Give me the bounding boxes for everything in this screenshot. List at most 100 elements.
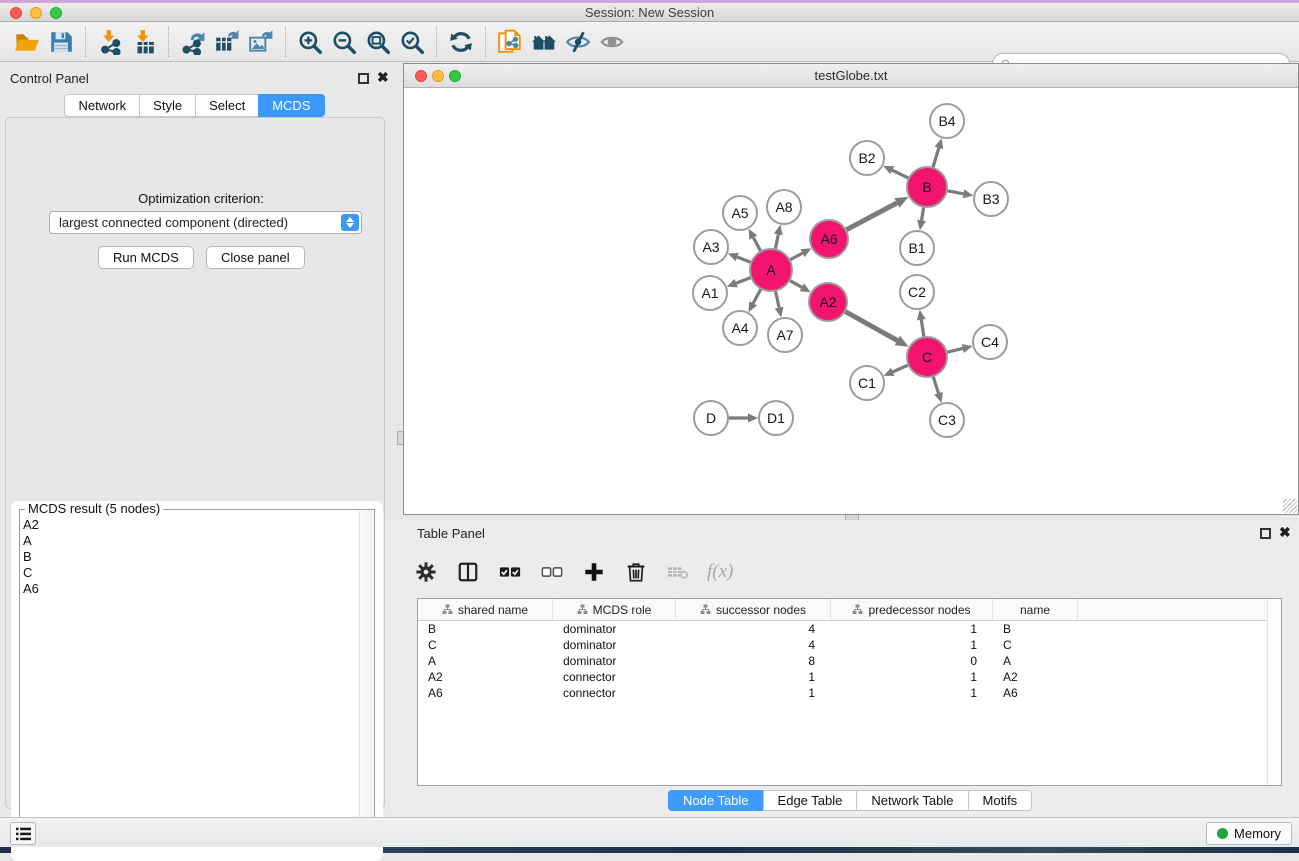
table-cell[interactable]: B xyxy=(993,622,1078,636)
memory-button[interactable]: Memory xyxy=(1206,822,1292,845)
table-row[interactable]: Adominator80A xyxy=(418,653,1281,669)
home-layout-button[interactable] xyxy=(527,26,561,58)
edge-C-C1[interactable] xyxy=(893,365,909,372)
table-cell[interactable]: A2 xyxy=(993,670,1078,684)
table-cell[interactable]: 1 xyxy=(831,638,993,652)
table-cell[interactable]: 1 xyxy=(831,622,993,636)
zoom-selected-button[interactable] xyxy=(395,26,429,58)
column-header-name[interactable]: name xyxy=(993,599,1078,620)
edge-B-B1[interactable] xyxy=(922,207,924,221)
hide-panel-button[interactable] xyxy=(561,26,595,58)
edge-A-A6[interactable] xyxy=(790,253,803,260)
table-cell[interactable]: dominator xyxy=(553,638,676,652)
edge-B-B4[interactable] xyxy=(933,148,939,168)
open-file-button[interactable] xyxy=(10,26,44,58)
table-row[interactable]: Bdominator41B xyxy=(418,621,1281,637)
delete-column-button[interactable] xyxy=(623,559,649,585)
table-cell[interactable]: C xyxy=(418,638,553,652)
table-cell[interactable]: 1 xyxy=(676,670,831,684)
table-scrollbar[interactable] xyxy=(1267,599,1281,785)
table-cell[interactable]: dominator xyxy=(553,622,676,636)
network-window-titlebar[interactable]: testGlobe.txt xyxy=(404,64,1298,88)
table-settings-button[interactable] xyxy=(413,559,439,585)
table-cell[interactable]: 1 xyxy=(831,686,993,700)
table-row[interactable]: A6connector11A6 xyxy=(418,685,1281,701)
table-cell[interactable]: A6 xyxy=(418,686,553,700)
table-cell[interactable]: A xyxy=(418,654,553,668)
float-panel-icon[interactable] xyxy=(358,73,369,84)
close-panel-button[interactable]: Close panel xyxy=(206,246,305,269)
result-item[interactable]: A6 xyxy=(23,581,39,597)
table-cell[interactable]: 0 xyxy=(831,654,993,668)
table-cell[interactable]: 4 xyxy=(676,622,831,636)
table-cell[interactable]: dominator xyxy=(553,654,676,668)
table-cell[interactable]: A2 xyxy=(418,670,553,684)
edge-A-A8[interactable] xyxy=(775,234,778,249)
network-graph[interactable]: B4B2BB3A5A8A6A3AB1A1A2C2A4A7C4CC1DD1C3 xyxy=(404,89,1298,514)
table-cell[interactable]: connector xyxy=(553,670,676,684)
edge-A-A4[interactable] xyxy=(753,289,761,304)
import-network-button[interactable] xyxy=(93,26,127,58)
tab-edge-table[interactable]: Edge Table xyxy=(763,790,858,811)
run-mcds-button[interactable]: Run MCDS xyxy=(98,246,194,269)
edge-C-C2[interactable] xyxy=(921,320,924,338)
table-row[interactable]: Cdominator41C xyxy=(418,637,1281,653)
export-image-button[interactable] xyxy=(244,26,278,58)
column-header-MCDS-role[interactable]: MCDS role xyxy=(553,599,676,620)
edge-A-A2[interactable] xyxy=(789,280,802,287)
result-item[interactable]: C xyxy=(23,565,39,581)
edge-B-B3[interactable] xyxy=(947,191,964,194)
import-table-button[interactable] xyxy=(127,26,161,58)
edge-A-A3[interactable] xyxy=(737,257,751,262)
deselect-all-button[interactable] xyxy=(539,559,565,585)
edge-A6-B[interactable] xyxy=(846,203,897,230)
tab-motifs[interactable]: Motifs xyxy=(968,790,1033,811)
edge-A2-C[interactable] xyxy=(845,311,898,340)
table-float-icon[interactable] xyxy=(1260,528,1271,539)
export-table-button[interactable] xyxy=(210,26,244,58)
zoom-fit-button[interactable] xyxy=(361,26,395,58)
zoom-in-button[interactable] xyxy=(293,26,327,58)
zoom-out-button[interactable] xyxy=(327,26,361,58)
table-cell[interactable]: A xyxy=(993,654,1078,668)
table-cell[interactable]: A6 xyxy=(993,686,1078,700)
criterion-select[interactable]: largest connected component (directed) xyxy=(49,211,362,234)
column-header-shared-name[interactable]: shared name xyxy=(418,599,553,620)
show-eye-button[interactable] xyxy=(595,26,629,58)
edge-A-A5[interactable] xyxy=(753,238,761,252)
task-history-button[interactable] xyxy=(10,822,36,845)
table-cell[interactable]: B xyxy=(418,622,553,636)
tab-node-table[interactable]: Node Table xyxy=(668,790,764,811)
table-cell[interactable]: 1 xyxy=(831,670,993,684)
table-close-icon[interactable]: ✖ xyxy=(1279,527,1291,538)
column-visibility-button[interactable] xyxy=(455,559,481,585)
network-canvas[interactable]: B4B2BB3A5A8A6A3AB1A1A2C2A4A7C4CC1DD1C3 xyxy=(404,89,1298,514)
tab-style[interactable]: Style xyxy=(139,94,196,117)
refresh-button[interactable] xyxy=(444,26,478,58)
table-row[interactable]: A2connector11A2 xyxy=(418,669,1281,685)
result-item[interactable]: B xyxy=(23,549,39,565)
edge-C-C3[interactable] xyxy=(933,376,938,393)
edge-C-C4[interactable] xyxy=(946,348,962,352)
export-network-button[interactable] xyxy=(176,26,210,58)
edge-A-A7[interactable] xyxy=(775,291,779,308)
clone-network-button[interactable] xyxy=(493,26,527,58)
result-item[interactable]: A2 xyxy=(23,517,39,533)
table-cell[interactable]: 4 xyxy=(676,638,831,652)
save-session-button[interactable] xyxy=(44,26,78,58)
column-header-successor-nodes[interactable]: successor nodes xyxy=(676,599,831,620)
tab-select[interactable]: Select xyxy=(195,94,259,117)
edge-B-B2[interactable] xyxy=(892,170,909,178)
column-header-predecessor-nodes[interactable]: predecessor nodes xyxy=(831,599,993,620)
table-cell[interactable]: 8 xyxy=(676,654,831,668)
tab-network-table[interactable]: Network Table xyxy=(856,790,968,811)
result-item[interactable]: A xyxy=(23,533,39,549)
mcds-result-list[interactable]: A2ABCA6 xyxy=(23,517,39,597)
table-cell[interactable]: 1 xyxy=(676,686,831,700)
result-scrollbar[interactable] xyxy=(359,511,373,845)
select-all-button[interactable] xyxy=(497,559,523,585)
node-table[interactable]: shared nameMCDS rolesuccessor nodesprede… xyxy=(417,598,1282,786)
table-cell[interactable]: C xyxy=(993,638,1078,652)
tab-mcds[interactable]: MCDS xyxy=(258,94,324,117)
edge-A-A1[interactable] xyxy=(736,277,751,283)
